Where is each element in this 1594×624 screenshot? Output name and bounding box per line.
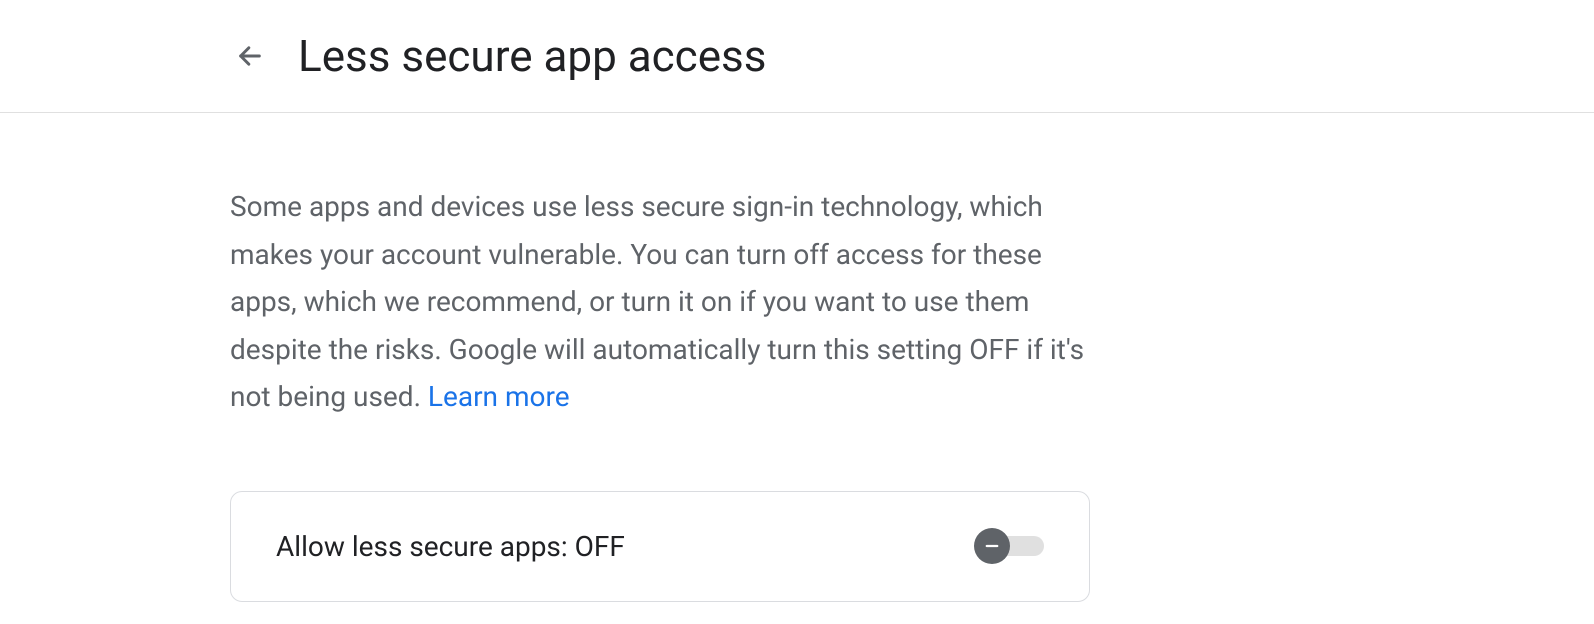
back-arrow-button[interactable] (230, 36, 270, 76)
learn-more-link[interactable]: Learn more (428, 380, 570, 413)
minus-icon (983, 537, 1001, 555)
toggle-thumb (974, 528, 1010, 564)
toggle-label: Allow less secure apps: OFF (276, 530, 625, 563)
page-title: Less secure app access (298, 30, 766, 82)
allow-less-secure-apps-toggle[interactable] (974, 534, 1044, 558)
description-text: Some apps and devices use less secure si… (230, 183, 1090, 421)
toggle-card: Allow less secure apps: OFF (230, 491, 1090, 602)
header: Less secure app access (0, 0, 1594, 113)
content: Some apps and devices use less secure si… (0, 113, 1320, 602)
description-body: Some apps and devices use less secure si… (230, 190, 1084, 413)
arrow-left-icon (236, 42, 264, 70)
